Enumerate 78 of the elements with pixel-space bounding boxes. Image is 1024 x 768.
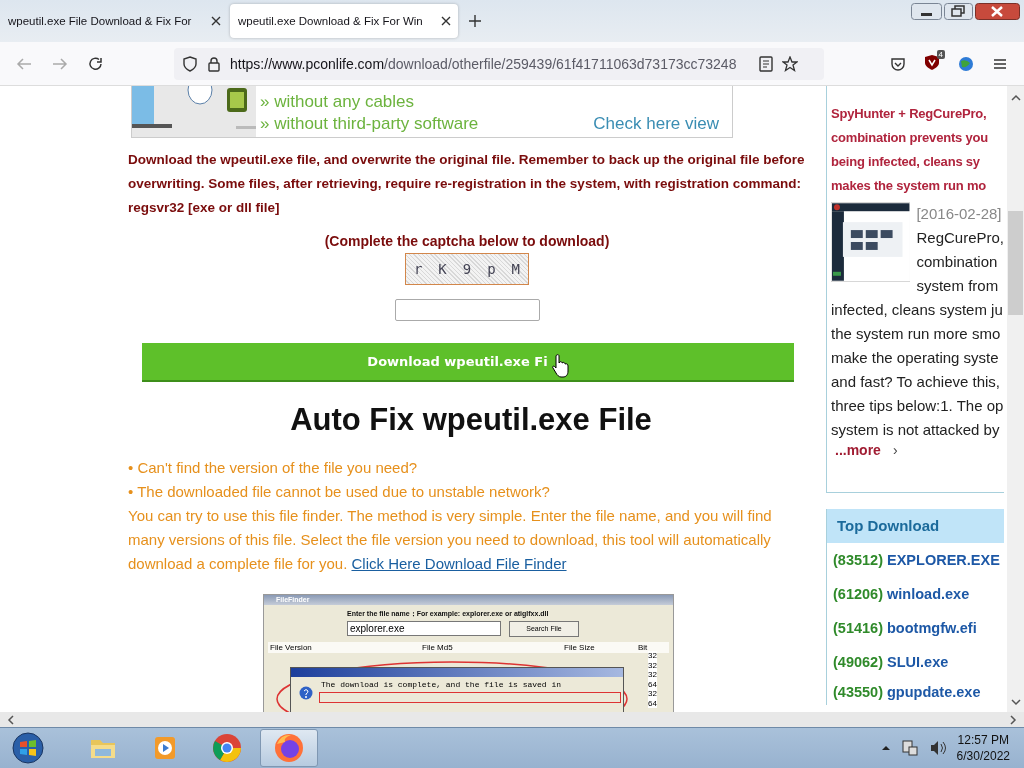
network-icon[interactable]	[900, 739, 919, 757]
article-title[interactable]: being infected, cleans sy	[831, 150, 1004, 174]
shield-extension-icon[interactable]	[924, 54, 940, 70]
table-cell: 32	[648, 651, 657, 661]
download-item[interactable]: (83512) EXPLORER.EXE	[827, 543, 1004, 577]
bullet-text: • Can't find the version of the file you need?	[128, 458, 419, 478]
column-header: File Version	[269, 642, 313, 653]
download-item[interactable]: (61206) winload.exe	[827, 577, 1004, 611]
download-item[interactable]: (49062) SLUI.exe	[827, 645, 1004, 679]
chevron-icon: ›	[892, 442, 898, 458]
minimize-icon[interactable]	[911, 3, 942, 20]
question-icon	[299, 686, 313, 700]
pocket-icon[interactable]	[890, 55, 906, 72]
table-cell: 32	[648, 670, 657, 680]
reader-view-icon[interactable]	[758, 55, 774, 72]
article-text: system is not attacked by	[831, 420, 1001, 440]
dialog-message: The download is complete, and the file is saved in	[321, 680, 563, 689]
section-heading: Auto Fix wpeutil.exe File	[290, 402, 652, 438]
captcha-field[interactable]	[394, 299, 540, 321]
globe-icon[interactable]	[958, 55, 974, 72]
close-icon[interactable]	[440, 15, 452, 27]
panel-heading: Top Download	[827, 509, 1004, 543]
article-title[interactable]: combination prevents you	[831, 126, 1004, 150]
table-cell: 32	[648, 660, 657, 670]
close-icon[interactable]	[210, 15, 222, 27]
column-header: File Md5	[421, 642, 454, 653]
reload-icon[interactable]	[88, 55, 104, 72]
article-text: and fast? To achieve this,	[831, 372, 1001, 392]
browser-tab[interactable]: wpeutil.exe File Download & Fix For	[0, 4, 228, 38]
scroll-right-icon[interactable]	[1008, 713, 1018, 726]
article-text: system from	[916, 276, 1000, 296]
download-notice: Download the wpeutil.exe file, and overwrite the original file. Remember to back up the original file before overwriting. Some files, after retrieving, require re-registration in the system, with registration command: regsvr32 [exe or dll file]	[128, 151, 806, 217]
scroll-left-icon[interactable]	[6, 713, 16, 726]
article-text: three tips below:1. The op	[831, 396, 1004, 416]
up-arrow-icon[interactable]	[880, 743, 891, 753]
volume-icon[interactable]	[928, 739, 947, 757]
finder-description: You can try to use this file finder. The method is very simple. Enter the file name, and you will find many versions of this file. Select the file version you need to download, this tool will automatically download a complete file for you. Click Here Download File Finder	[128, 506, 773, 574]
filename-field[interactable]: explorer.exe	[347, 621, 501, 636]
download-item[interactable]: (51416) bootmgfw.efi	[827, 611, 1004, 645]
table-cell: 64	[648, 698, 657, 708]
table-cell: 64	[648, 679, 657, 689]
feature-line: » without third-party software	[260, 113, 479, 135]
more-link[interactable]: ...more ›	[835, 442, 1004, 458]
scroll-down-icon[interactable]	[1009, 696, 1022, 708]
taskbar-button[interactable]	[260, 729, 318, 767]
firefox-icon	[273, 732, 305, 764]
article-date: [2016-02-28]	[916, 204, 1003, 224]
captcha-image: r K 9 p M	[405, 253, 529, 285]
browser-tab[interactable]: wpeutil.exe Download & Fix For Win	[230, 4, 458, 38]
article-title[interactable]: makes the system run mo	[831, 174, 1004, 198]
table-cell: 32	[648, 689, 657, 699]
download-finder-link[interactable]: Click Here Download File Finder	[351, 555, 567, 572]
check-here-link[interactable]: Check here view	[593, 114, 719, 134]
article-text: the system run more smo	[831, 324, 1002, 344]
feature-line: » without any cables	[260, 91, 416, 113]
extension-badge: 4	[936, 50, 945, 59]
close-icon[interactable]	[975, 3, 1020, 20]
shield-icon[interactable]	[182, 55, 198, 72]
star-icon[interactable]	[782, 55, 798, 72]
clock-date: 6/30/2022	[956, 748, 1010, 764]
captcha-prompt: (Complete the captcha below to download)	[324, 233, 610, 249]
article-title[interactable]: SpyHunter + RegCurePro,	[831, 102, 1004, 126]
article-text: make the operating syste	[831, 348, 1000, 368]
clock-time: 12:57 PM	[957, 732, 1009, 748]
plus-icon[interactable]	[468, 14, 482, 28]
article-text: combination	[916, 252, 999, 272]
article-text: RegCurePro,	[916, 228, 1004, 248]
bullet-text: • The downloaded file cannot be used due to unstable network?	[128, 482, 551, 502]
download-item[interactable]: (43550) gpupdate.exe	[827, 679, 1004, 705]
column-header: Bit	[637, 642, 648, 653]
hand-cursor-icon	[551, 353, 569, 378]
article-text: infected, cleans system ju	[831, 300, 1004, 320]
scrollbar-thumb[interactable]	[1008, 211, 1023, 315]
restore-icon[interactable]	[944, 3, 973, 20]
lock-icon[interactable]	[206, 55, 222, 72]
column-header: File Size	[563, 642, 596, 653]
chrome-icon	[211, 732, 243, 764]
start-icon[interactable]	[12, 732, 44, 764]
